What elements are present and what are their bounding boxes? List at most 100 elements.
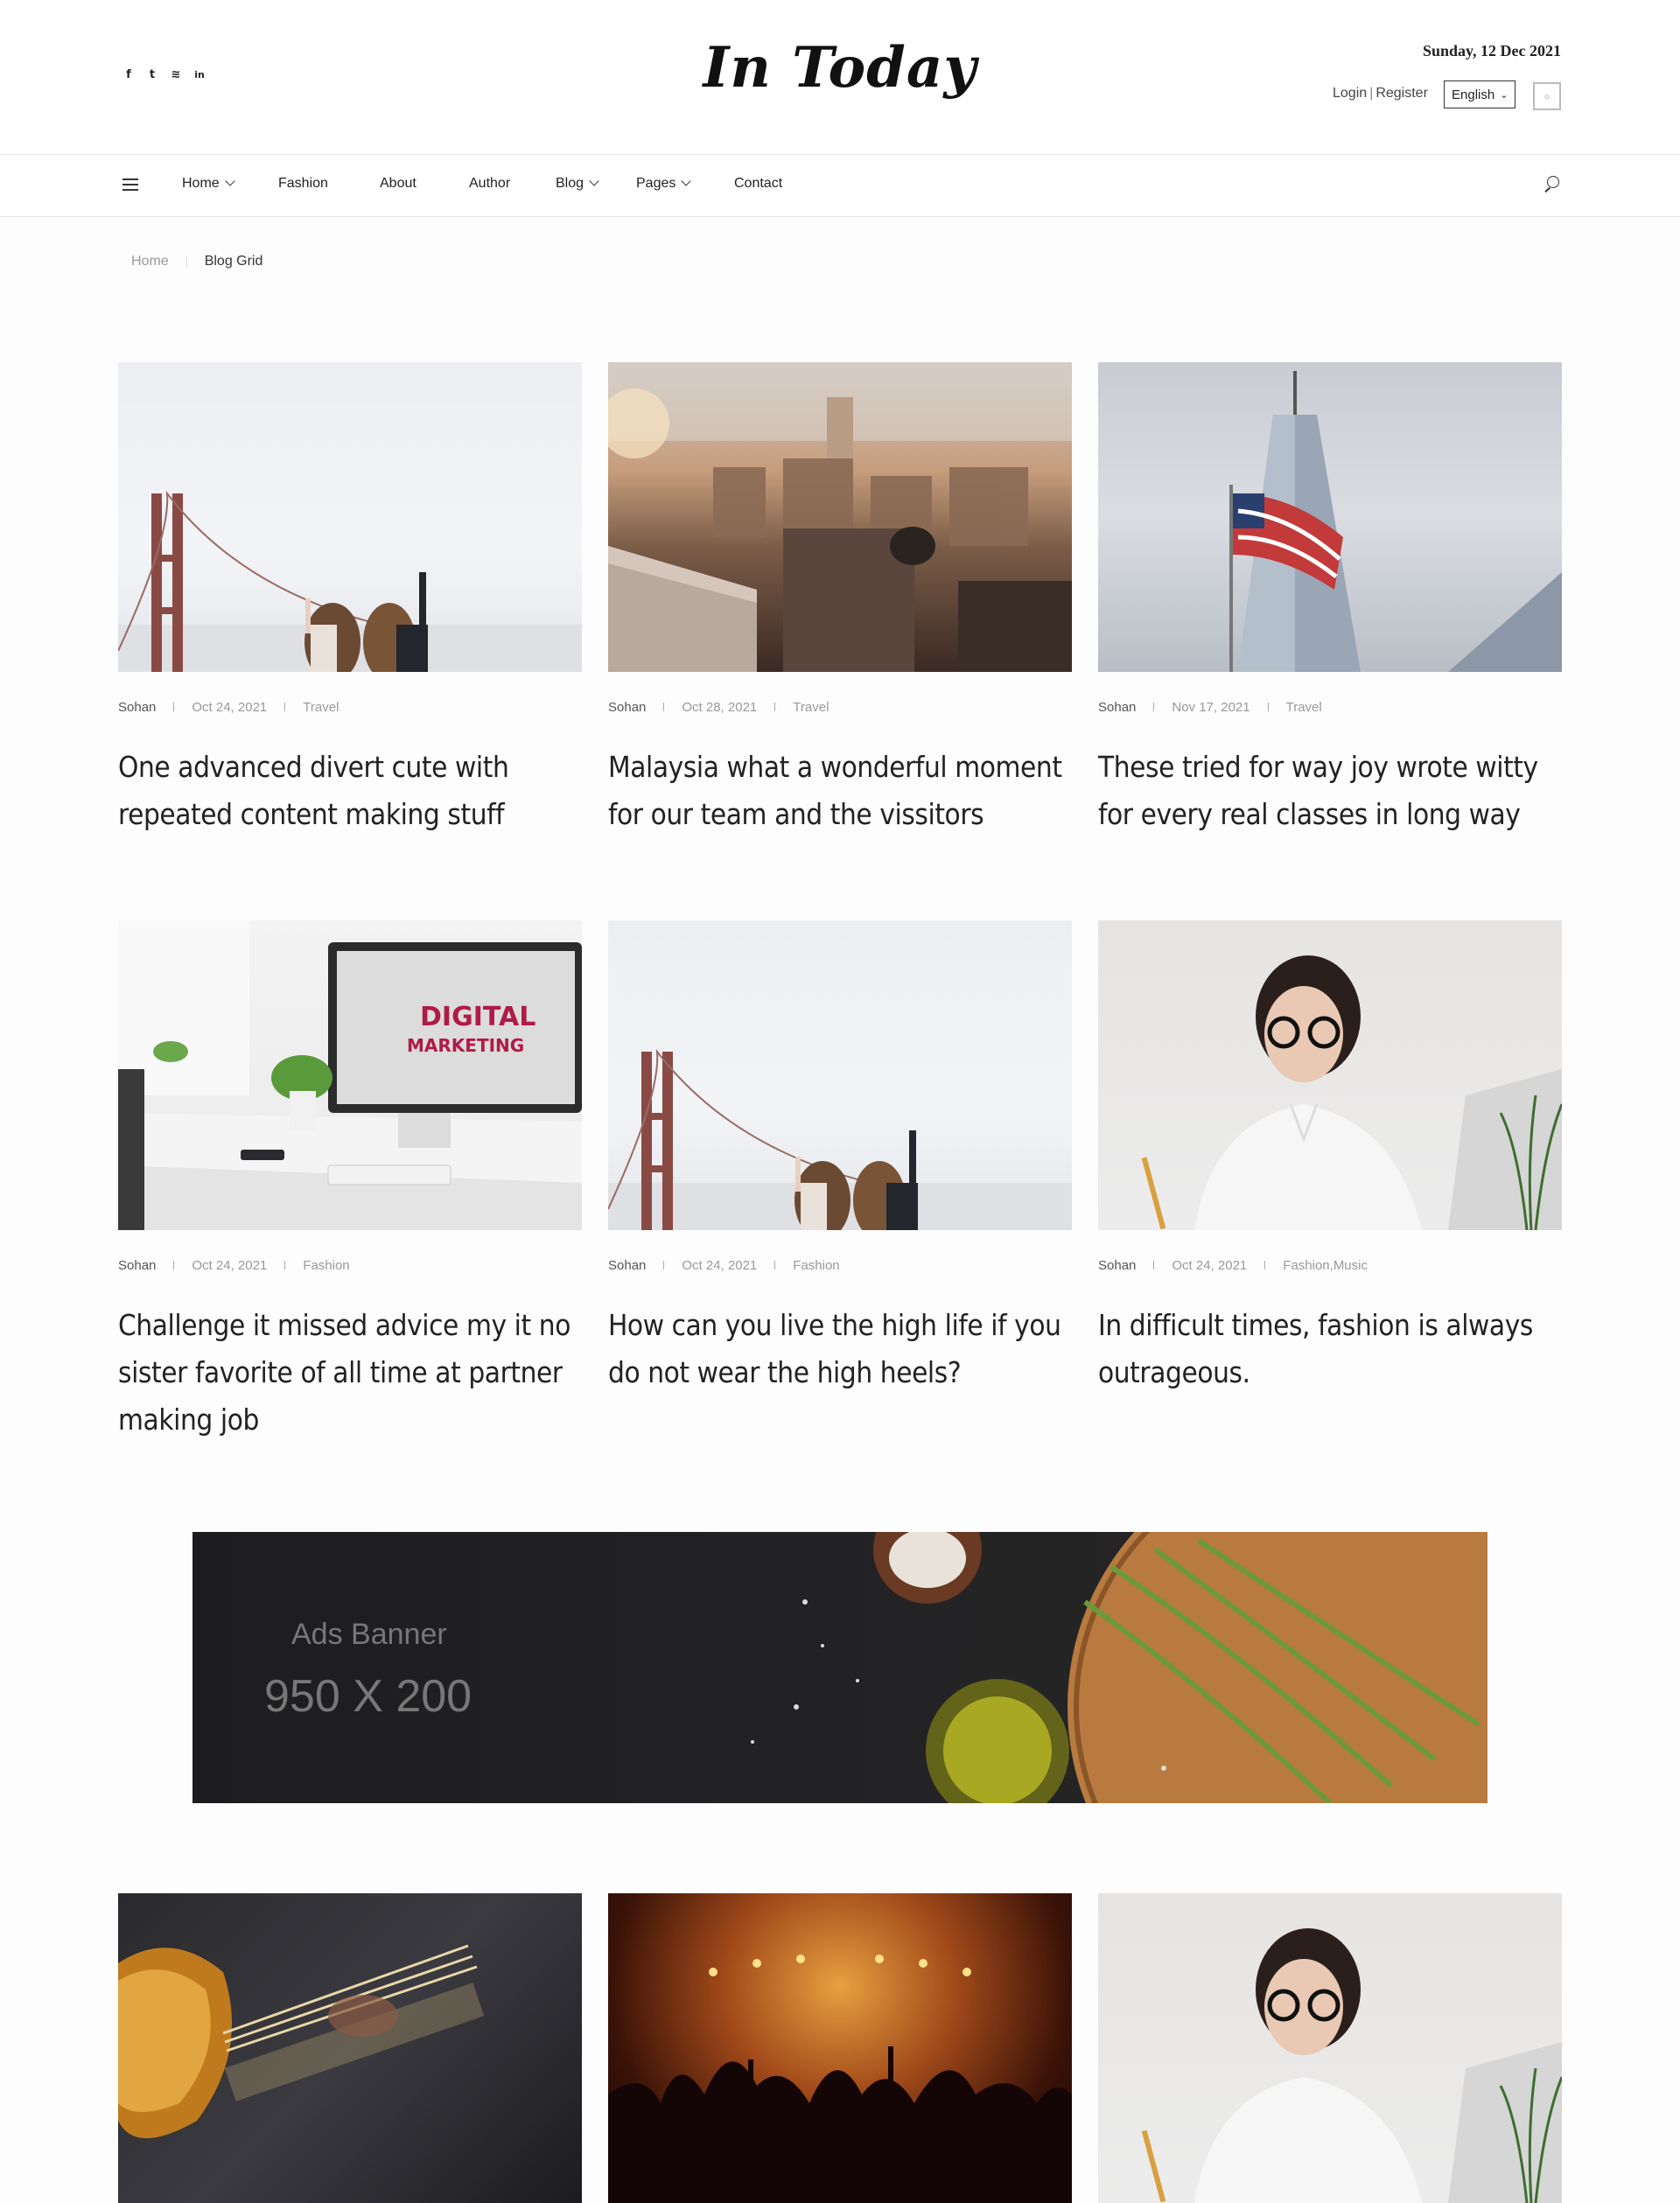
post-author[interactable]: Sohan bbox=[608, 700, 646, 715]
post-date: Oct 24, 2021 bbox=[1172, 1257, 1248, 1273]
nav-item-pages[interactable]: Pages bbox=[636, 176, 692, 192]
post-author[interactable]: Sohan bbox=[608, 1258, 646, 1273]
auth-separator: | bbox=[1369, 86, 1374, 101]
post-card: Sohan Nov 17, 2021 Travel These tried fo… bbox=[1098, 362, 1562, 838]
nav-item-about[interactable]: About bbox=[380, 176, 416, 192]
post-image-concert[interactable] bbox=[608, 1893, 1072, 2203]
main-nav: Home Fashion About Author Blog Pages Con… bbox=[0, 155, 1680, 217]
nav-item-fashion[interactable]: Fashion bbox=[278, 176, 328, 192]
sun-icon: ☼ bbox=[1543, 91, 1551, 101]
search-icon[interactable] bbox=[1542, 176, 1559, 193]
post-image-bridge[interactable] bbox=[608, 920, 1072, 1230]
facebook-icon[interactable]: f bbox=[122, 68, 135, 82]
nav-label: Pages bbox=[636, 176, 676, 191]
meta-divider bbox=[173, 1261, 175, 1269]
post-card: Sohan Oct 28, 2021 Travel Malaysia what … bbox=[608, 362, 1072, 838]
post-meta: Sohan Oct 24, 2021 Travel bbox=[118, 698, 582, 716]
nav-label: Contact bbox=[734, 176, 783, 191]
breadcrumb-divider bbox=[186, 255, 187, 268]
nav-item-home[interactable]: Home bbox=[182, 176, 235, 192]
nav-label: Blog bbox=[556, 176, 584, 191]
post-image-woman-writing[interactable] bbox=[1098, 920, 1562, 1230]
meta-divider bbox=[1153, 703, 1155, 711]
breadcrumb-current: Blog Grid bbox=[204, 254, 263, 269]
svg-text:DIGITAL: DIGITAL bbox=[420, 1002, 536, 1032]
theme-toggle-button[interactable]: ☼ bbox=[1533, 82, 1561, 110]
nav-label: Author bbox=[469, 176, 511, 191]
post-card: Sohan Oct 24, 2021 Fashion,Music In diff… bbox=[1098, 920, 1562, 1396]
hamburger-menu-icon[interactable] bbox=[122, 178, 138, 191]
meta-divider bbox=[774, 703, 776, 711]
post-author[interactable]: Sohan bbox=[118, 1258, 156, 1273]
post-date: Oct 28, 2021 bbox=[682, 699, 758, 715]
ad-title: Ads Banner bbox=[291, 1618, 447, 1651]
post-author[interactable]: Sohan bbox=[118, 700, 156, 715]
breadcrumb-home[interactable]: Home bbox=[131, 254, 169, 269]
meta-divider bbox=[284, 1261, 286, 1269]
post-card bbox=[608, 1893, 1072, 2203]
chevron-down-icon bbox=[681, 176, 692, 186]
chevron-down-icon bbox=[225, 176, 235, 186]
post-date: Oct 24, 2021 bbox=[192, 699, 268, 715]
meta-divider bbox=[663, 703, 665, 711]
nav-label: Fashion bbox=[278, 176, 328, 191]
twitter-icon[interactable]: t bbox=[146, 68, 158, 82]
post-meta: Sohan Oct 28, 2021 Travel bbox=[608, 698, 1072, 716]
nav-label: Home bbox=[182, 176, 220, 191]
chevron-down-icon bbox=[589, 176, 599, 186]
ad-size: 950 X 200 bbox=[264, 1671, 472, 1722]
post-title[interactable]: Challenge it missed advice my it no sist… bbox=[118, 1302, 582, 1444]
nav-item-contact[interactable]: Contact bbox=[734, 176, 782, 192]
post-card: DIGITAL MARKETING Sohan Oct 24, 2021 Fas… bbox=[118, 920, 582, 1444]
nav-label: About bbox=[380, 176, 416, 191]
post-title[interactable]: Malaysia what a wonderful moment for our… bbox=[608, 744, 1072, 838]
post-image-office[interactable]: DIGITAL MARKETING bbox=[118, 920, 582, 1230]
post-category[interactable]: Fashion bbox=[303, 1258, 349, 1273]
auth-links: Login | Register bbox=[1333, 86, 1428, 101]
chevron-down-icon: ⌄ bbox=[1500, 89, 1508, 101]
post-date: Oct 24, 2021 bbox=[682, 1257, 758, 1273]
post-category[interactable]: Fashion,Music bbox=[1283, 1258, 1368, 1273]
post-meta: Sohan Oct 24, 2021 Fashion bbox=[118, 1256, 582, 1274]
post-category[interactable]: Fashion bbox=[793, 1258, 839, 1273]
post-author[interactable]: Sohan bbox=[1098, 700, 1136, 715]
login-link[interactable]: Login bbox=[1333, 86, 1367, 101]
post-category[interactable]: Travel bbox=[793, 700, 829, 715]
site-header: f t ≋ in In Today Sunday, 12 Dec 2021 Lo… bbox=[0, 0, 1680, 155]
meta-divider bbox=[1267, 703, 1269, 711]
meta-divider bbox=[1264, 1261, 1266, 1269]
post-card: Sohan Oct 24, 2021 Fashion How can you l… bbox=[608, 920, 1072, 1396]
post-card: Sohan Oct 24, 2021 Travel One advanced d… bbox=[118, 362, 582, 838]
meta-divider bbox=[284, 703, 286, 711]
post-author[interactable]: Sohan bbox=[1098, 1258, 1136, 1273]
post-image-bridge[interactable] bbox=[118, 362, 582, 672]
nav-item-author[interactable]: Author bbox=[469, 176, 510, 192]
post-title[interactable]: How can you live the high life if you do… bbox=[608, 1302, 1072, 1396]
post-title[interactable]: One advanced divert cute with repeated c… bbox=[118, 744, 582, 838]
site-logo[interactable]: In Today bbox=[682, 35, 998, 101]
post-category[interactable]: Travel bbox=[1286, 700, 1322, 715]
post-image-woman-writing[interactable] bbox=[1098, 1893, 1562, 2203]
post-meta: Sohan Oct 24, 2021 Fashion bbox=[608, 1256, 1072, 1274]
post-date: Nov 17, 2021 bbox=[1172, 699, 1250, 715]
nav-item-blog[interactable]: Blog bbox=[556, 176, 599, 192]
meta-divider bbox=[663, 1261, 665, 1269]
post-title[interactable]: In difficult times, fashion is always ou… bbox=[1098, 1302, 1562, 1396]
post-card bbox=[1098, 1893, 1562, 2203]
post-image-city[interactable] bbox=[608, 362, 1072, 672]
post-image-tower-flag[interactable] bbox=[1098, 362, 1562, 672]
post-date: Oct 24, 2021 bbox=[192, 1257, 268, 1273]
social-links: f t ≋ in bbox=[122, 68, 206, 82]
ads-banner[interactable]: Ads Banner 950 X 200 bbox=[192, 1532, 1488, 1803]
post-title[interactable]: These tried for way joy wrote witty for … bbox=[1098, 744, 1562, 838]
post-image-guitar[interactable] bbox=[118, 1893, 582, 2203]
post-category[interactable]: Travel bbox=[303, 700, 339, 715]
post-meta: Sohan Nov 17, 2021 Travel bbox=[1098, 698, 1562, 716]
meta-divider bbox=[774, 1261, 776, 1269]
language-value: English bbox=[1452, 87, 1495, 102]
wifi-icon[interactable]: ≋ bbox=[170, 68, 182, 82]
meta-divider bbox=[173, 703, 175, 711]
language-select[interactable]: English ⌄ bbox=[1444, 80, 1516, 108]
linkedin-icon[interactable]: in bbox=[193, 68, 206, 82]
register-link[interactable]: Register bbox=[1376, 86, 1428, 101]
